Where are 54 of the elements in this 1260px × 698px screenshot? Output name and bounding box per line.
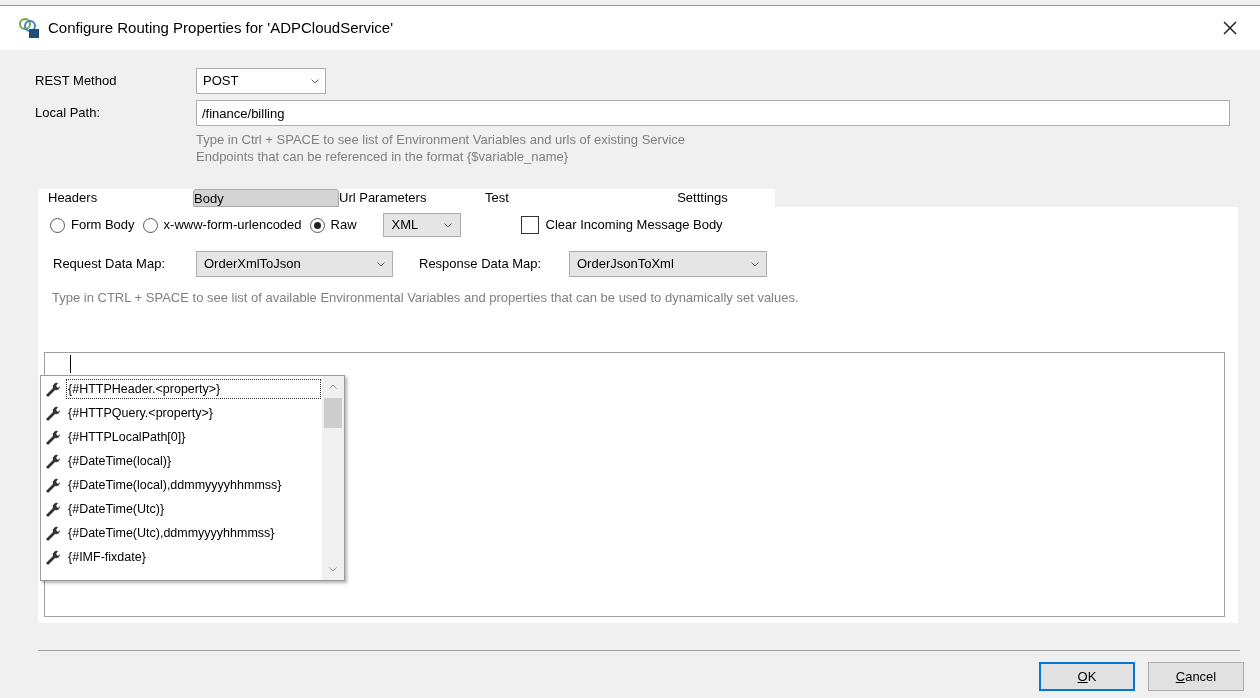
response-map-dropdown[interactable]: OrderJsonToXml	[569, 251, 767, 277]
wrench-icon	[45, 381, 61, 397]
tab[interactable]: Url Parameters	[339, 189, 485, 207]
suggestion-item[interactable]: {#DateTime(local),ddmmyyyyhhmmss}	[67, 475, 283, 495]
window-title: Configure Routing Properties for 'ADPCloudService'	[48, 17, 394, 38]
suggestion-item[interactable]: {#DateTime(Utc),ddmmyyyyhhmmss}	[67, 523, 276, 543]
radio-button[interactable]	[309, 217, 325, 233]
field-label: REST Method	[35, 72, 118, 91]
radio-label: Raw	[330, 216, 357, 235]
dialog-button[interactable]: Cancel	[1148, 662, 1244, 691]
suggestion-item[interactable]: {#DateTime(local)}	[67, 451, 173, 471]
radio-label: Form Body	[71, 216, 135, 235]
wrench-icon	[45, 549, 61, 565]
format-dropdown[interactable]: XML	[382, 213, 461, 237]
scroll-up-icon[interactable]	[329, 384, 337, 389]
field-label: Response Data Map:	[419, 255, 543, 274]
text-caret	[70, 355, 71, 373]
hint-text: Type in CTRL + SPACE to see list of available Environmental Variables and properties that can be used to dynamically set values.	[51, 289, 800, 307]
wrench-icon	[45, 429, 61, 445]
wrench-icon	[45, 525, 61, 541]
checkbox[interactable]	[520, 216, 539, 234]
chevron-icon	[443, 222, 452, 228]
field-label: Request Data Map:	[53, 255, 166, 274]
app-icon	[18, 17, 40, 39]
tab[interactable]: Setttings	[630, 189, 775, 207]
chevron-icon	[311, 78, 319, 84]
suggestion-item[interactable]: {#HTTPQuery.<property>}	[67, 403, 214, 423]
tab[interactable]: Body	[193, 189, 339, 207]
suggestion-item[interactable]: {#DateTime(Utc)}	[67, 499, 166, 519]
request-map-dropdown[interactable]: OrderXmlToJson	[196, 251, 393, 277]
rest-method-dropdown[interactable]: POST	[196, 68, 326, 94]
wrench-icon	[45, 405, 61, 421]
checkbox-label: Clear Incoming Message Body	[545, 216, 723, 235]
scroll-down-icon[interactable]	[329, 567, 337, 572]
suggestion-item[interactable]: {#HTTPLocalPath[0]}	[67, 427, 187, 447]
wrench-icon	[45, 453, 61, 469]
local-path-field[interactable]: /finance/billing	[196, 100, 1230, 126]
scroll-thumb[interactable]	[324, 398, 342, 428]
wrench-icon	[45, 477, 61, 493]
radio-label: x-www-form-urlencoded	[163, 216, 302, 235]
close-icon[interactable]	[1222, 20, 1238, 36]
radio-button[interactable]	[142, 217, 158, 233]
dialog-button[interactable]: OK	[1039, 662, 1135, 691]
field-label: Local Path:	[35, 104, 102, 123]
scrollbar[interactable]	[322, 376, 344, 580]
suggestion-item[interactable]: {#IMF-fixdate}	[67, 547, 147, 567]
chevron-icon	[377, 261, 385, 267]
suggestion-item[interactable]: {#HTTPHeader.<property>}	[67, 379, 320, 399]
chevron-icon	[751, 261, 759, 267]
tab[interactable]: Headers	[48, 189, 193, 207]
wrench-icon	[45, 501, 61, 517]
radio-button[interactable]	[50, 217, 65, 233]
tab[interactable]: Test	[485, 189, 630, 207]
hint-text: Type in Ctrl + SPACE to see list of Environment Variables and urls of existing Service Endpoints that can be referenced in the format {$variable_name}	[196, 131, 687, 165]
